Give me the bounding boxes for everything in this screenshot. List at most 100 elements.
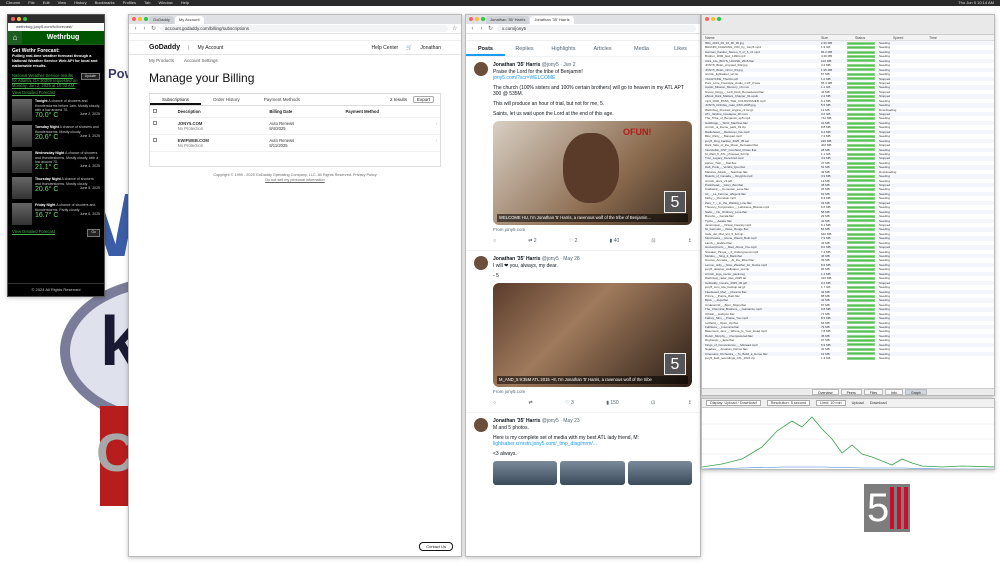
tweet-link[interactable]: lightsaber.crnrstn.jony5.com/_tmp_diag/m…: [493, 441, 692, 448]
godaddy-logo[interactable]: GoDaddy: [149, 44, 180, 51]
privacy-link[interactable]: Do not sell my personal information: [129, 178, 461, 182]
chevron-right-icon[interactable]: ›: [342, 134, 440, 152]
tweet-image[interactable]: [560, 461, 625, 486]
close-icon[interactable]: [132, 17, 136, 21]
home-icon[interactable]: ⌂: [8, 30, 22, 45]
tab-peers[interactable]: Peers: [840, 389, 862, 395]
column-header[interactable]: Description: [174, 106, 267, 118]
maximize-icon[interactable]: [23, 17, 27, 21]
tweet-video[interactable]: 5 M_AND_5 9:35M ATL 2015 ~8, I'm Jonatha…: [493, 283, 692, 388]
table-row[interactable]: JONY5.COM No Protection Auto Renews 8/4/20…: [150, 117, 440, 135]
minimize-icon[interactable]: [17, 17, 21, 21]
results-filter[interactable]: 2 results: [390, 97, 407, 102]
tab-overview[interactable]: Overview: [812, 389, 839, 395]
tweet-image[interactable]: [627, 461, 692, 486]
tab-payment-methods[interactable]: Payment Methods: [252, 94, 312, 105]
tweet-handle[interactable]: @jony5 · May 28: [542, 256, 580, 262]
display-select[interactable]: Display: Upload / Download: [706, 400, 761, 406]
tab-articles[interactable]: Articles: [583, 41, 622, 56]
table-row[interactable]: EWIFWEB.COM No Protection Auto Renews 8/11…: [150, 134, 440, 152]
resolution-select[interactable]: Resolution: 5 second: [766, 400, 811, 406]
views-button[interactable]: ▮ 150: [606, 400, 619, 407]
tweet-author[interactable]: Jonathan '35' Harris: [493, 418, 540, 424]
row-checkbox[interactable]: [153, 121, 157, 125]
tweet-author[interactable]: Jonathan '35' Harris: [493, 256, 540, 262]
tab-media[interactable]: Media: [622, 41, 661, 56]
minimize-icon[interactable]: [138, 17, 142, 21]
reply-icon[interactable]: ○: [493, 238, 496, 245]
url-input[interactable]: account.godaddy.com/billing/subscription…: [160, 25, 448, 32]
reload-icon[interactable]: ↻: [488, 25, 493, 32]
column-header[interactable]: Billing Date: [266, 106, 343, 118]
avatar[interactable]: [474, 62, 488, 76]
user-menu[interactable]: Jonathan: [420, 45, 441, 51]
tweet-source[interactable]: From jony5.com: [493, 227, 692, 234]
tab-order-history[interactable]: Order History: [201, 94, 252, 105]
tweet-source[interactable]: From jony5.com: [493, 389, 692, 396]
export-button[interactable]: Export: [412, 96, 434, 103]
tab-info[interactable]: Info: [885, 389, 903, 395]
column-header[interactable]: Name: [705, 35, 815, 40]
retweet-icon[interactable]: ⇄: [528, 400, 532, 407]
column-header[interactable]: Speed: [893, 35, 923, 40]
cart-icon[interactable]: 🛒: [406, 45, 412, 51]
row-checkbox[interactable]: [153, 138, 157, 142]
tweet-author[interactable]: Jonathan '35' Harris: [493, 62, 540, 68]
weather-url-bar[interactable]: wethrbug.jony5.com/fc/forecast/: [8, 23, 104, 31]
share-icon[interactable]: ↥: [688, 400, 692, 407]
forward-icon[interactable]: ›: [479, 26, 484, 32]
chevron-right-icon[interactable]: ›: [342, 117, 440, 135]
browser-tab[interactable]: GoDaddy: [149, 16, 174, 24]
column-header[interactable]: Time: [929, 35, 937, 40]
bookmark-icon[interactable]: ⊡: [651, 238, 655, 245]
maximize-icon[interactable]: [717, 17, 721, 21]
my-account-link[interactable]: My Account: [197, 45, 223, 51]
browser-tab[interactable]: Jonathan '35' Harris: [486, 16, 530, 24]
reload-icon[interactable]: ↻: [151, 25, 156, 32]
tweet-link[interactable]: jony5.com/?scr=WELCOME: [493, 75, 692, 82]
back-icon[interactable]: ‹: [470, 26, 475, 32]
tab-graph[interactable]: Graph: [904, 389, 927, 395]
forward-icon[interactable]: ›: [142, 26, 147, 32]
account-settings-link[interactable]: Account Settings: [184, 58, 218, 63]
select-all-checkbox[interactable]: [153, 109, 157, 113]
close-icon[interactable]: [469, 17, 473, 21]
browser-tab-active[interactable]: Jonathan '35' Harris: [530, 16, 574, 24]
weather-station-text[interactable]: National Weather Service results for Atl…: [12, 73, 78, 89]
like-button[interactable]: ♡ 3: [565, 400, 574, 407]
tweet[interactable]: Jonathan '35' Harris @jony5 · May 28 I w…: [466, 251, 700, 414]
close-icon[interactable]: [11, 17, 15, 21]
tweet[interactable]: Jonathan '35' Harris @jony5 · May 23 M a…: [466, 413, 700, 486]
update-button[interactable]: Update: [80, 72, 100, 80]
tab-subscriptions[interactable]: Subscriptions: [150, 94, 202, 105]
tab-files[interactable]: Files: [863, 389, 884, 395]
reply-icon[interactable]: ○: [493, 400, 496, 407]
share-icon[interactable]: ↥: [688, 238, 692, 245]
help-center-link[interactable]: Help Center: [372, 45, 399, 51]
maximize-icon[interactable]: [144, 17, 148, 21]
retweet-button[interactable]: ⇄ 2: [528, 238, 536, 245]
avatar[interactable]: [474, 256, 488, 271]
back-icon[interactable]: ‹: [133, 26, 138, 32]
weather-titlebar[interactable]: [8, 15, 104, 23]
tweet-video[interactable]: OFUN! 5 WELCOME HU, I'm Jonathan '5' Har…: [493, 121, 692, 226]
url-input[interactable]: x.com/jony5: [497, 25, 696, 32]
tab-replies[interactable]: Replies: [505, 41, 544, 56]
bookmark-icon[interactable]: ⊡: [651, 400, 655, 407]
go-button[interactable]: Go: [87, 229, 100, 237]
limit-select[interactable]: Limit: 10 min: [816, 400, 846, 406]
view-detailed-forecast-link[interactable]: View Detailed Forecast: [12, 229, 55, 236]
tweet[interactable]: Jonathan '35' Harris @jony5 · Jun 2 Prai…: [466, 57, 700, 252]
like-button[interactable]: ♡ 2: [569, 238, 578, 245]
star-icon[interactable]: ☆: [452, 25, 457, 32]
tab-highlights[interactable]: Highlights: [544, 41, 583, 56]
views-button[interactable]: ▮ 40: [610, 238, 620, 245]
column-header[interactable]: Payment Method: [342, 106, 440, 118]
contact-us-button[interactable]: Contact Us: [419, 542, 453, 551]
column-header[interactable]: Status: [855, 35, 887, 40]
view-detailed-link[interactable]: View Detailed Forecast: [12, 90, 100, 95]
minimize-icon[interactable]: [711, 17, 715, 21]
tweet-handle[interactable]: @jony5 · Jun 2: [542, 62, 576, 68]
tweet-handle[interactable]: @jony5 · May 23: [542, 418, 580, 424]
browser-tab-active[interactable]: My Account: [174, 16, 204, 24]
